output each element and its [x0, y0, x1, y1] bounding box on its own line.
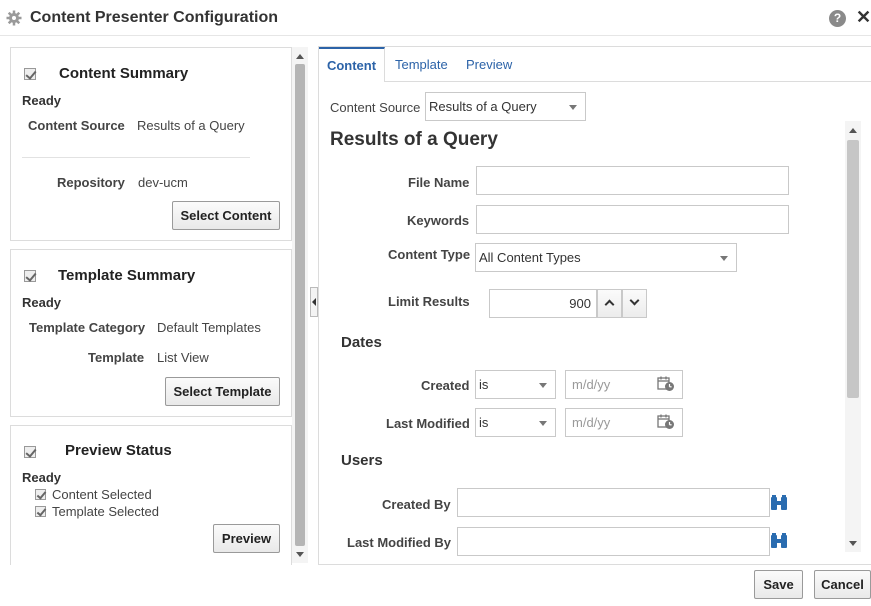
- template-label: Template: [88, 350, 145, 365]
- last-modified-by-input[interactable]: [457, 527, 770, 556]
- content-type-select-value: All Content Types: [479, 250, 581, 265]
- repository-value: dev-ucm: [138, 175, 188, 190]
- check-icon: [35, 489, 46, 500]
- calendar-icon[interactable]: [657, 376, 675, 392]
- content-source-label: Content Source: [28, 118, 125, 133]
- chevron-down-icon: [629, 295, 640, 306]
- template-category-value: Default Templates: [157, 320, 261, 335]
- select-template-button[interactable]: Select Template: [165, 377, 280, 406]
- query-heading: Results of a Query: [330, 129, 498, 150]
- preview-status-status: Ready: [22, 470, 62, 485]
- dialog-footer: [0, 565, 871, 606]
- chevron-up-icon: [604, 299, 615, 310]
- close-icon[interactable]: ✕: [856, 8, 871, 26]
- limit-results-label: Limit Results: [388, 294, 470, 309]
- binoculars-icon[interactable]: [770, 495, 788, 511]
- preview-button[interactable]: Preview: [213, 524, 280, 553]
- gear-icon: [6, 10, 22, 26]
- check-icon: [24, 446, 36, 458]
- scroll-up-icon[interactable]: [296, 54, 304, 59]
- chevron-down-icon: [569, 105, 577, 110]
- dialog-title: Content Presenter Configuration: [30, 9, 279, 26]
- last-modified-operator-select[interactable]: is: [475, 408, 556, 437]
- content-type-label: Content Type: [388, 247, 471, 262]
- preview-item-template-selected: Template Selected: [52, 504, 159, 519]
- calendar-icon[interactable]: [657, 414, 675, 430]
- content-type-select[interactable]: All Content Types: [475, 243, 737, 272]
- keywords-label: Keywords: [407, 213, 470, 228]
- scroll-down-icon[interactable]: [849, 541, 857, 546]
- chevron-down-icon: [539, 383, 547, 388]
- scroll-down-icon[interactable]: [296, 552, 304, 557]
- increment-button[interactable]: [597, 289, 622, 318]
- tab-template[interactable]: Template: [395, 57, 448, 72]
- content-source-select[interactable]: Results of a Query: [425, 92, 586, 121]
- tab-preview[interactable]: Preview: [466, 57, 512, 72]
- created-by-label: Created By: [382, 497, 451, 512]
- help-icon[interactable]: ?: [829, 10, 846, 27]
- chevron-down-icon: [539, 421, 547, 426]
- keywords-input[interactable]: [476, 205, 789, 234]
- content-source-select-value: Results of a Query: [429, 99, 537, 114]
- tab-content[interactable]: Content: [319, 47, 385, 82]
- form-scrollbar-thumb[interactable]: [847, 140, 859, 398]
- created-operator-select[interactable]: is: [475, 370, 556, 399]
- created-operator-value: is: [479, 377, 489, 392]
- content-summary-status: Ready: [22, 93, 62, 108]
- divider: [22, 157, 250, 158]
- content-source-value: Results of a Query: [137, 118, 245, 133]
- cancel-button[interactable]: Cancel: [814, 570, 871, 599]
- created-label: Created: [421, 378, 470, 393]
- file-name-input[interactable]: [476, 166, 789, 195]
- preview-item-content-selected: Content Selected: [52, 487, 152, 502]
- last-modified-by-label: Last Modified By: [347, 535, 452, 550]
- form-content-source-label: Content Source: [330, 100, 421, 115]
- check-icon: [24, 270, 36, 282]
- scroll-up-icon[interactable]: [849, 128, 857, 133]
- preview-status-title: Preview Status: [65, 442, 172, 459]
- template-summary-status: Ready: [22, 295, 62, 310]
- binoculars-icon[interactable]: [770, 533, 788, 549]
- tab-bar-divider: [319, 81, 871, 82]
- limit-results-input[interactable]: 900: [489, 289, 597, 318]
- dates-heading: Dates: [341, 334, 382, 351]
- select-content-button[interactable]: Select Content: [172, 201, 280, 230]
- collapse-left-icon[interactable]: [312, 298, 316, 306]
- decrement-button[interactable]: [622, 289, 647, 318]
- check-icon: [35, 506, 46, 517]
- check-icon: [24, 68, 36, 80]
- last-modified-label: Last Modified: [386, 416, 470, 431]
- created-by-input[interactable]: [457, 488, 770, 517]
- template-value: List View: [157, 350, 209, 365]
- template-category-label: Template Category: [29, 320, 146, 335]
- last-modified-operator-value: is: [479, 415, 489, 430]
- save-button[interactable]: Save: [754, 570, 803, 599]
- chevron-down-icon: [720, 256, 728, 261]
- content-summary-title: Content Summary: [59, 65, 189, 82]
- template-summary-title: Template Summary: [58, 267, 196, 284]
- file-name-label: File Name: [408, 175, 470, 190]
- left-scrollbar-thumb[interactable]: [295, 64, 305, 546]
- repository-label: Repository: [57, 175, 125, 190]
- users-heading: Users: [341, 452, 383, 469]
